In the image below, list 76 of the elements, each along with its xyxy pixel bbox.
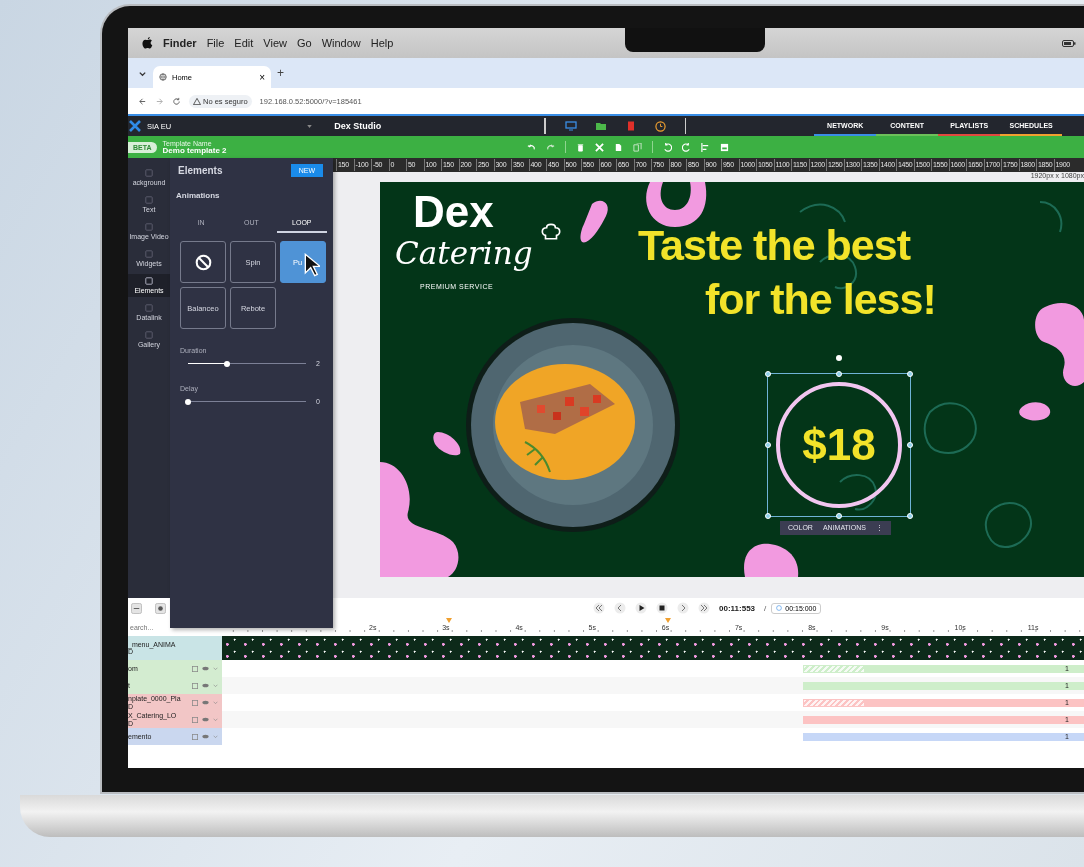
logo-wordmark: Dex [413, 190, 494, 234]
resize-handle[interactable] [907, 442, 913, 448]
eye-icon[interactable] [202, 717, 209, 722]
tab-close-button[interactable]: × [259, 71, 265, 83]
resize-handle[interactable] [836, 371, 842, 377]
no-animation-button[interactable] [180, 241, 226, 283]
time-separator: / [764, 603, 767, 613]
price-text: $18 [802, 420, 876, 470]
copy-icon[interactable] [613, 142, 623, 152]
save-icon[interactable] [719, 142, 729, 152]
paste-icon[interactable] [632, 142, 642, 152]
tool-icon [145, 304, 153, 312]
collapse-icon[interactable] [131, 602, 142, 614]
menu-item[interactable]: View [263, 37, 287, 49]
redo-icon[interactable] [545, 142, 555, 152]
slider[interactable] [188, 398, 306, 405]
caret-icon[interactable] [307, 124, 313, 128]
rotate-handle[interactable] [836, 355, 842, 361]
monitor-icon[interactable] [564, 121, 577, 131]
tool-icon [145, 169, 153, 177]
eye-icon[interactable] [202, 734, 209, 739]
play-icon[interactable] [635, 602, 647, 614]
resize-handle[interactable] [765, 513, 771, 519]
keyframe-marker[interactable] [446, 618, 452, 623]
tool-icon [145, 331, 153, 339]
logo-script-text: Catering [395, 238, 533, 269]
next-icon[interactable] [677, 602, 689, 614]
headline-text: for the less! [705, 278, 936, 321]
battery-icon[interactable] [1062, 39, 1076, 47]
mouse-cursor-icon [304, 253, 320, 277]
apple-logo-icon[interactable] [142, 36, 153, 50]
new-tab-button[interactable]: + [277, 66, 284, 80]
folder-icon[interactable] [594, 121, 607, 131]
trash-icon[interactable] [575, 142, 585, 152]
reload-icon[interactable] [172, 96, 181, 106]
menu-item[interactable]: Help [370, 37, 394, 49]
resize-handle[interactable] [765, 371, 771, 377]
tool-icon [145, 277, 153, 285]
globe-icon [159, 73, 167, 81]
resize-handle[interactable] [907, 371, 913, 377]
keyframe-marker[interactable] [665, 618, 671, 623]
warning-icon [193, 97, 201, 105]
rewind-icon[interactable] [593, 602, 605, 614]
current-time: 00:11:553 [719, 603, 756, 613]
previous-icon[interactable] [614, 602, 626, 614]
fast-forward-icon[interactable] [698, 602, 710, 614]
x-logo-icon [129, 120, 141, 132]
headline-text: Taste the best [638, 224, 910, 267]
eye-icon[interactable] [202, 683, 209, 688]
resize-handle[interactable] [907, 513, 913, 519]
menu-item[interactable]: Go [297, 37, 312, 49]
eye-icon[interactable] [202, 700, 209, 705]
no-symbol-icon [194, 253, 212, 271]
resize-handle[interactable] [836, 513, 842, 519]
tool-icon [145, 223, 153, 231]
menu-item[interactable]: Window [321, 37, 361, 49]
section-title: Animations [176, 191, 221, 200]
settings-icon[interactable] [155, 602, 166, 614]
menu-item[interactable]: Edit [234, 37, 254, 49]
rotate-right-icon[interactable] [681, 142, 691, 152]
tool-icon [145, 250, 153, 258]
align-left-icon[interactable] [700, 142, 710, 152]
tool-icon [145, 196, 153, 204]
undo-icon[interactable] [526, 142, 536, 152]
app-title: Dex Studio [334, 121, 383, 131]
menu-item[interactable]: File [206, 37, 225, 49]
slider-thumb[interactable] [185, 398, 191, 405]
stop-icon[interactable] [656, 602, 668, 614]
forward-arrow-icon[interactable] [155, 96, 164, 106]
slider-thumb[interactable] [223, 360, 230, 367]
menu-app-name[interactable]: Finder [163, 37, 197, 49]
eye-icon[interactable] [202, 666, 209, 671]
resize-handle[interactable] [765, 442, 771, 448]
rotate-left-icon[interactable] [662, 142, 672, 152]
back-arrow-icon[interactable] [138, 96, 147, 106]
cut-icon[interactable] [594, 142, 604, 152]
